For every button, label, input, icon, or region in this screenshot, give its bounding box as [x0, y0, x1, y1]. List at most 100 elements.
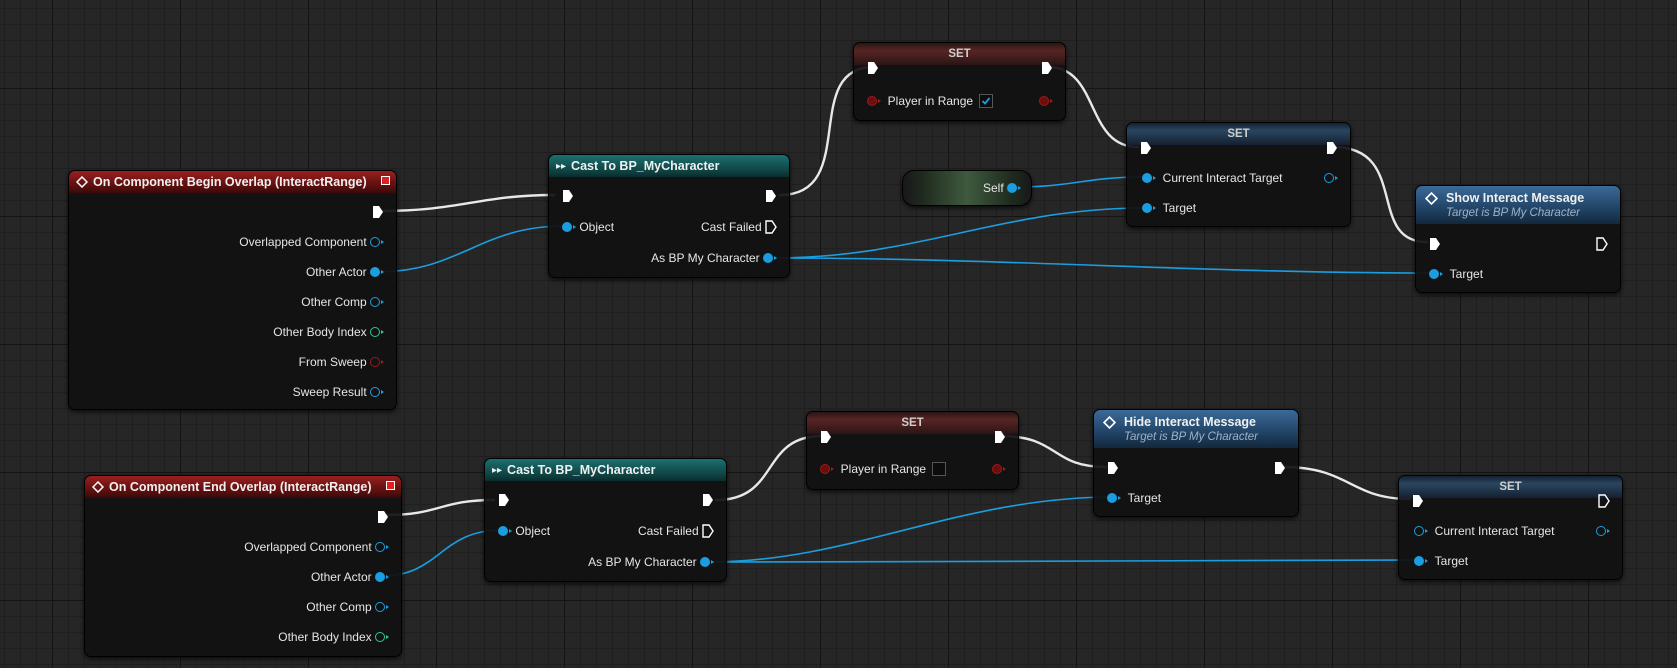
set-range-bottom-out-pin[interactable]: [992, 461, 1006, 477]
cast-bottom-as-pin[interactable]: As BP My Character: [588, 554, 714, 570]
set-target-top-target-pin[interactable]: Target: [1142, 200, 1196, 216]
show-msg-target-pin[interactable]: Target: [1429, 266, 1483, 282]
object-pin-icon: [370, 297, 380, 307]
end-exec-out[interactable]: [377, 509, 389, 525]
cast-top-failed-pin[interactable]: Cast Failed: [701, 219, 777, 235]
end-pin-other-body-index[interactable]: Other Body Index: [278, 629, 389, 645]
cast-top-object-pin[interactable]: Object: [562, 219, 614, 235]
exec-wire: [384, 498, 496, 517]
hide-msg-exec-out[interactable]: [1274, 460, 1286, 476]
begin-overlap-header[interactable]: On Component Begin Overlap (InteractRang…: [69, 171, 396, 193]
player-in-range-checkbox[interactable]: [932, 462, 947, 476]
set-range-bottom-title: SET: [901, 417, 924, 429]
cast-top-exec-in[interactable]: [562, 188, 574, 204]
set-range-top-value-pin[interactable]: Player in Range: [867, 93, 994, 109]
pin-other-body-index[interactable]: Other Body Index: [273, 324, 384, 340]
set-current-interact-target-top[interactable]: SET Current Interact Target Target: [1126, 122, 1351, 227]
set-range-bottom-header[interactable]: SET: [807, 412, 1018, 434]
set-range-bottom-exec-out[interactable]: [994, 429, 1006, 445]
set-target-bottom-header[interactable]: SET: [1399, 476, 1622, 498]
exec-arrow-icon: [1430, 238, 1440, 250]
set-range-bottom-exec-in[interactable]: [820, 429, 832, 445]
cast-bottom-exec-in[interactable]: [498, 492, 510, 508]
pin-overlapped-component[interactable]: Overlapped Component: [239, 234, 384, 250]
show-msg-exec-out[interactable]: [1596, 236, 1608, 252]
cast-bottom-object-pin[interactable]: Object: [498, 523, 550, 539]
player-in-range-checkbox[interactable]: [979, 94, 994, 108]
object-wire: [773, 257, 1431, 274]
set-range-top-exec-in[interactable]: [867, 60, 879, 76]
set-target-top-header[interactable]: SET: [1127, 123, 1350, 145]
end-overlap-header[interactable]: On Component End Overlap (InteractRange): [85, 476, 401, 498]
end-overlap-event-node[interactable]: On Component End Overlap (InteractRange)…: [84, 475, 402, 657]
end-pin-overlapped-component[interactable]: Overlapped Component: [244, 539, 389, 555]
end-pin-other-actor[interactable]: Other Actor: [311, 569, 389, 585]
set-range-top-title: SET: [948, 48, 971, 60]
cast-bottom-exec-out[interactable]: [702, 492, 714, 508]
exec-arrow-icon: [703, 494, 713, 506]
set-range-top-header[interactable]: SET: [854, 43, 1065, 65]
object-pin-icon: [370, 267, 380, 277]
set-target-bottom-target-pin[interactable]: Target: [1414, 553, 1468, 569]
object-pin-icon: [562, 222, 572, 232]
set-player-in-range-bottom[interactable]: SET Player in Range: [806, 411, 1019, 490]
show-msg-exec-in[interactable]: [1429, 236, 1441, 252]
set-range-bottom-value-pin[interactable]: Player in Range: [820, 461, 947, 477]
cast-top-as-pin[interactable]: As BP My Character: [651, 250, 777, 266]
bool-pin-icon: [992, 464, 1002, 474]
object-pin-icon: [1007, 183, 1017, 193]
exec-arrow-icon: [765, 220, 777, 234]
pin-sweep-result[interactable]: Sweep Result: [293, 384, 384, 400]
cast-top-header[interactable]: ▸▸ Cast To BP_MyCharacter: [549, 155, 789, 177]
set-target-top-value-pin[interactable]: Current Interact Target: [1142, 170, 1283, 186]
object-pin-icon: [375, 542, 385, 552]
bool-pin-icon: [370, 357, 380, 367]
pin-from-sweep[interactable]: From Sweep: [299, 354, 384, 370]
exec-wire: [380, 193, 556, 213]
set-range-top-exec-out[interactable]: [1041, 60, 1053, 76]
set-current-interact-target-bottom[interactable]: SET Current Interact Target Target: [1398, 475, 1623, 580]
show-interact-message-node[interactable]: Show Interact Message Target is BP My Ch…: [1415, 185, 1621, 293]
hide-msg-exec-in[interactable]: [1107, 460, 1119, 476]
exec-arrow-icon: [766, 190, 776, 202]
hide-msg-header[interactable]: Hide Interact Message Target is BP My Ch…: [1094, 410, 1298, 448]
self-node[interactable]: Self: [902, 170, 1032, 206]
cast-node-bottom[interactable]: ▸▸ Cast To BP_MyCharacter Object Cast Fa…: [484, 458, 727, 582]
show-msg-subtitle: Target is BP My Character: [1446, 207, 1581, 219]
pin-other-comp[interactable]: Other Comp: [301, 294, 384, 310]
object-wire: [376, 225, 565, 273]
diamond-event-icon: [76, 176, 88, 188]
begin-overlap-event-node[interactable]: On Component Begin Overlap (InteractRang…: [68, 170, 397, 410]
set-target-top-out-pin[interactable]: [1324, 170, 1338, 186]
cast-bottom-failed-pin[interactable]: Cast Failed: [638, 523, 714, 539]
set-range-top-out-pin[interactable]: [1039, 93, 1053, 109]
hide-msg-target-pin[interactable]: Target: [1107, 490, 1161, 506]
cast-bottom-header[interactable]: ▸▸ Cast To BP_MyCharacter: [485, 459, 726, 481]
self-pin[interactable]: Self: [983, 180, 1021, 196]
set-target-top-exec-out[interactable]: [1326, 140, 1338, 156]
set-target-top-exec-in[interactable]: [1140, 140, 1152, 156]
set-target-bottom-exec-in[interactable]: [1412, 493, 1424, 509]
int-pin-icon: [370, 327, 380, 337]
set-target-bottom-value-pin[interactable]: Current Interact Target: [1414, 523, 1555, 539]
object-wire: [709, 496, 1114, 563]
object-wire: [773, 207, 1147, 259]
cast-top-exec-out[interactable]: [765, 188, 777, 204]
begin-exec-out[interactable]: [372, 204, 384, 220]
object-pin-icon: [763, 253, 773, 263]
show-msg-header[interactable]: Show Interact Message Target is BP My Ch…: [1416, 186, 1620, 224]
object-wire: [709, 559, 1419, 563]
object-pin-icon: [1414, 556, 1424, 566]
end-pin-other-comp[interactable]: Other Comp: [306, 599, 389, 615]
cast-top-title: Cast To BP_MyCharacter: [571, 159, 720, 173]
hide-msg-subtitle: Target is BP My Character: [1124, 431, 1259, 443]
object-pin-icon: [1324, 173, 1334, 183]
set-target-bottom-out-pin[interactable]: [1596, 523, 1610, 539]
set-target-bottom-exec-out[interactable]: [1598, 493, 1610, 509]
cast-node-top[interactable]: ▸▸ Cast To BP_MyCharacter Object Cast Fa…: [548, 154, 790, 278]
begin-overlap-title: On Component Begin Overlap (InteractRang…: [93, 175, 367, 189]
pin-other-actor[interactable]: Other Actor: [306, 264, 384, 280]
set-player-in-range-top[interactable]: SET Player in Range: [853, 42, 1066, 121]
hide-interact-message-node[interactable]: Hide Interact Message Target is BP My Ch…: [1093, 409, 1299, 517]
set-target-top-title: SET: [1227, 128, 1250, 140]
